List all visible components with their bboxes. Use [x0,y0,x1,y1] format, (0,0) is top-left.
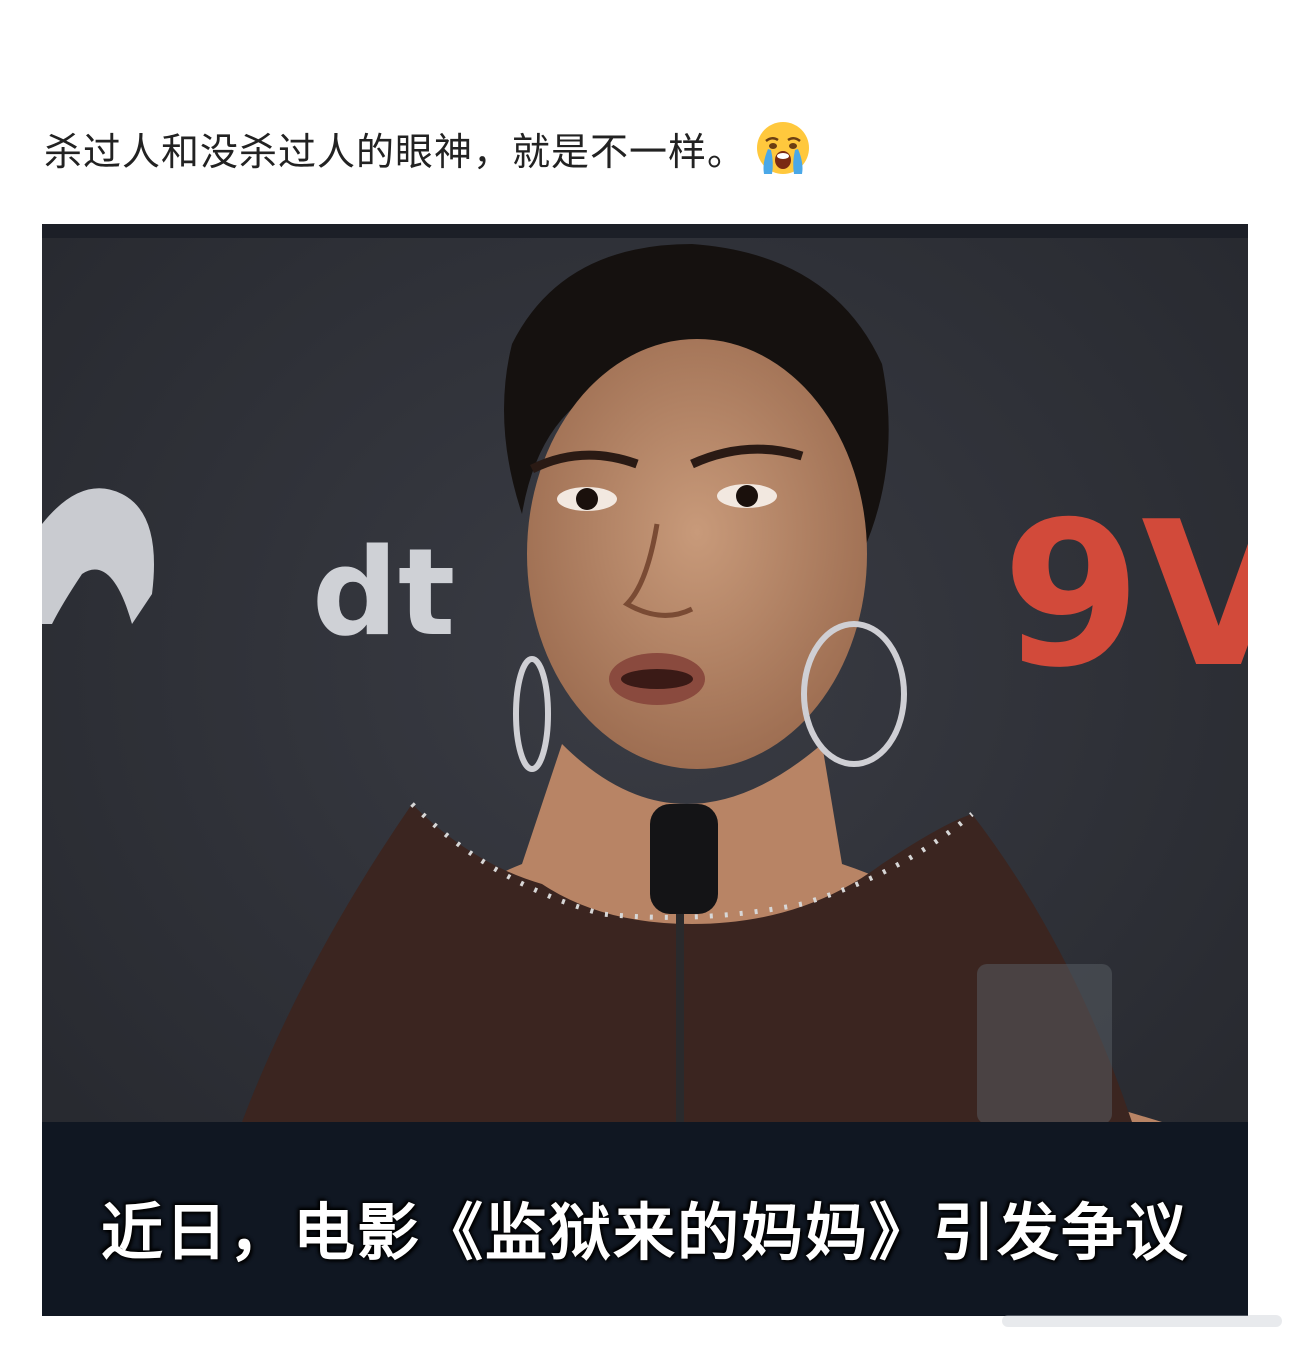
video-frame[interactable]: dt 9V 近日，电影《监狱来的妈妈》引发争议 [42,224,1248,1316]
video-subtitle: 近日，电影《监狱来的妈妈》引发争议 [100,1196,1189,1269]
backdrop-logo-9v: 9V [1002,479,1248,712]
loudly-crying-face-icon [754,119,812,177]
backdrop-logo-dt: dt [312,524,455,663]
post-text: 杀过人和没杀过人的眼神，就是不一样。 [44,129,747,174]
post-text-row: 杀过人和没杀过人的眼神，就是不一样。 [44,118,812,178]
watermark-icon [1002,1315,1282,1327]
